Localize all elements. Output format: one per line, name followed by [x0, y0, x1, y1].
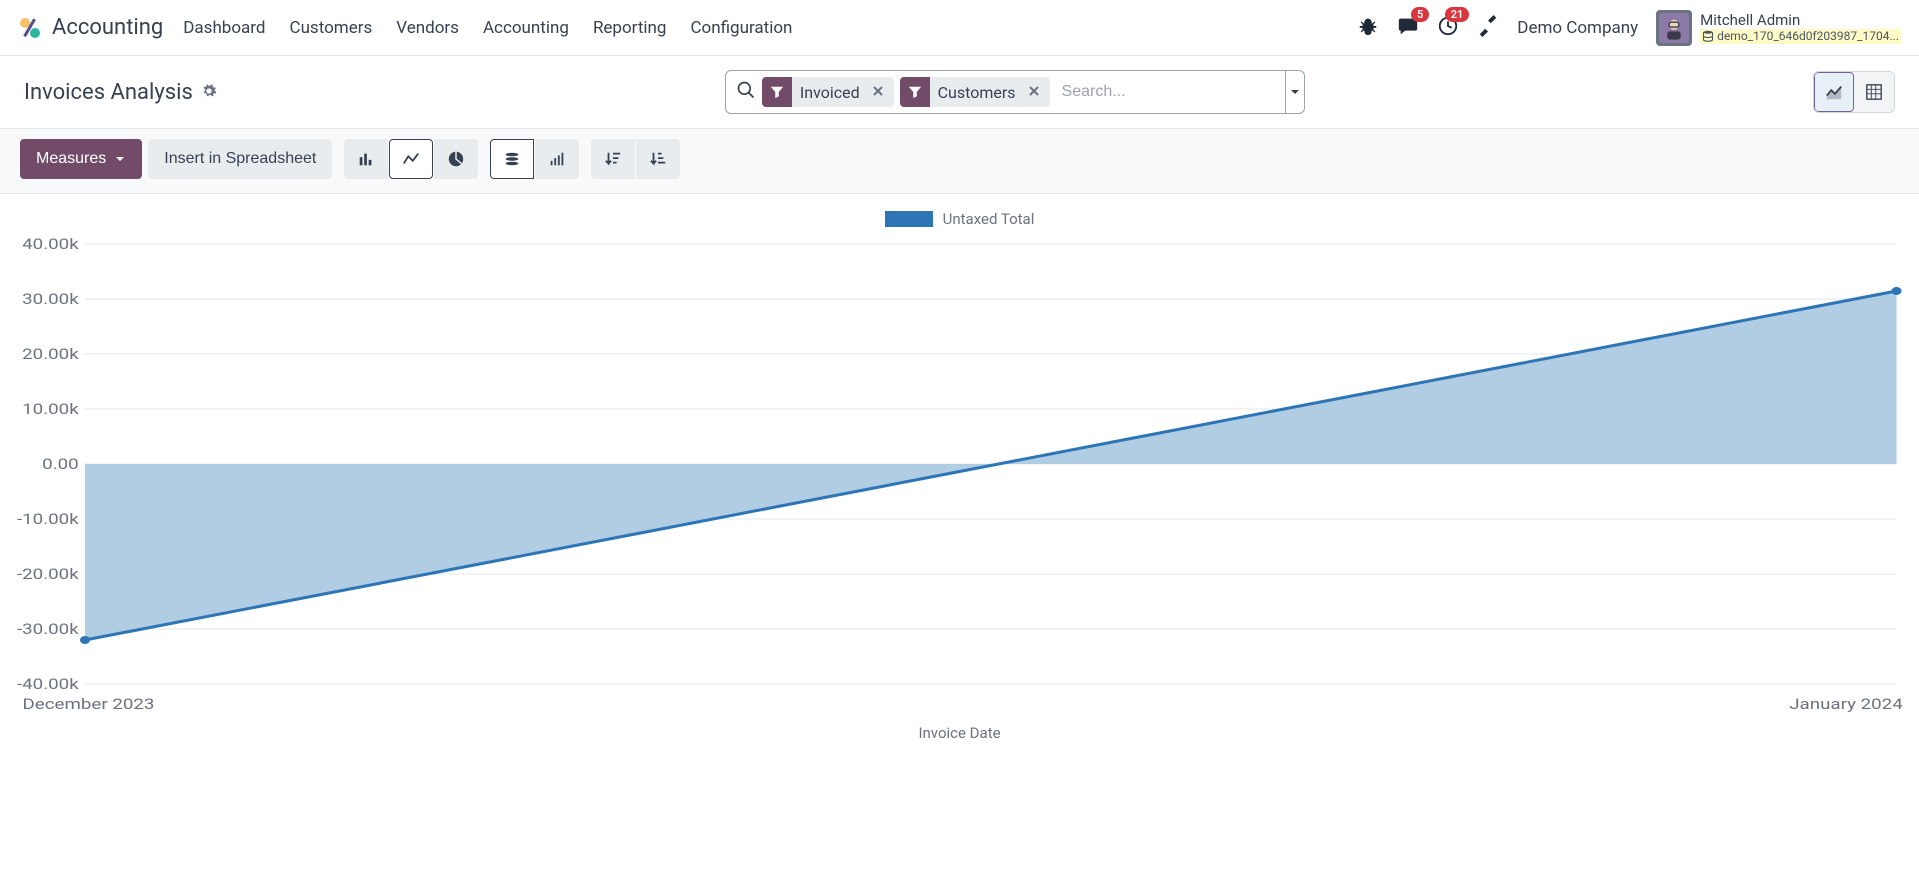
tools-icon[interactable]: [1477, 15, 1499, 41]
user-name: Mitchell Admin: [1700, 11, 1901, 29]
nav-item-customers[interactable]: Customers: [290, 18, 373, 38]
pie-chart-button[interactable]: [434, 139, 478, 179]
search-input[interactable]: [1056, 83, 1275, 101]
sort-asc-button[interactable]: [636, 139, 680, 179]
search-bar: Invoiced Customers: [725, 70, 1305, 114]
tag-close-icon[interactable]: [1024, 83, 1044, 101]
brand[interactable]: Accounting: [18, 15, 163, 40]
database-icon: [1702, 30, 1714, 42]
chart-container: Untaxed Total 40.00k 30.00k: [0, 194, 1919, 772]
sort-desc-button[interactable]: [591, 139, 635, 179]
search-tag-customers: Customers: [900, 77, 1050, 107]
search-options-dropdown[interactable]: [1285, 70, 1304, 114]
tag-close-icon[interactable]: [868, 83, 888, 101]
svg-text:10.00k: 10.00k: [22, 401, 79, 419]
nav-item-vendors[interactable]: Vendors: [396, 18, 459, 38]
svg-text:30.00k: 30.00k: [22, 291, 79, 309]
messaging-icon[interactable]: 5: [1397, 15, 1419, 41]
svg-text:December 2023: December 2023: [22, 696, 154, 714]
svg-text:January 2024: January 2024: [1789, 696, 1903, 714]
nav-item-configuration[interactable]: Configuration: [690, 18, 792, 38]
view-switcher: [1813, 71, 1895, 113]
search-icon[interactable]: [736, 80, 756, 104]
svg-text:-20.00k: -20.00k: [17, 566, 79, 584]
stack-group: [490, 139, 579, 179]
svg-text:-10.00k: -10.00k: [17, 511, 79, 529]
svg-text:40.00k: 40.00k: [22, 236, 79, 254]
chart-type-group: [344, 139, 478, 179]
spreadsheet-label: Insert in Spreadsheet: [164, 150, 316, 168]
nav-item-dashboard[interactable]: Dashboard: [183, 18, 265, 38]
user-menu[interactable]: Mitchell Admin demo_170_646d0f203987_170…: [1656, 10, 1901, 46]
gear-icon[interactable]: [201, 80, 217, 105]
activity-badge: 21: [1445, 7, 1470, 22]
svg-text:-40.00k: -40.00k: [17, 676, 79, 694]
page-title-text: Invoices Analysis: [24, 80, 193, 105]
filter-icon: [900, 77, 930, 107]
avatar-icon: [1656, 10, 1692, 46]
chart-plot[interactable]: 40.00k 30.00k 20.00k 10.00k 0.00 -10.00k…: [10, 234, 1909, 714]
measures-button[interactable]: Measures: [20, 139, 142, 179]
user-db-label: demo_170_646d0f203987_1704...: [1717, 29, 1899, 43]
activity-icon[interactable]: 21: [1437, 15, 1459, 41]
user-database: demo_170_646d0f203987_1704...: [1700, 29, 1901, 43]
page-title: Invoices Analysis: [24, 80, 217, 105]
nav-item-accounting[interactable]: Accounting: [483, 18, 569, 38]
nav-menu: Dashboard Customers Vendors Accounting R…: [183, 18, 792, 38]
view-graph-button[interactable]: [1814, 72, 1854, 112]
cumulative-button[interactable]: [535, 139, 579, 179]
svg-text:-30.00k: -30.00k: [17, 621, 79, 639]
bar-chart-button[interactable]: [344, 139, 388, 179]
nav-right: 5 21 Demo Company Mitchell Admin demo_17…: [1357, 10, 1901, 46]
line-chart-button[interactable]: [389, 139, 433, 179]
nav-item-reporting[interactable]: Reporting: [593, 18, 667, 38]
view-pivot-button[interactable]: [1854, 72, 1894, 112]
navbar: Accounting Dashboard Customers Vendors A…: [0, 0, 1919, 56]
tag-label: Customers: [930, 83, 1024, 102]
svg-text:0.00: 0.00: [42, 456, 79, 474]
insert-spreadsheet-button[interactable]: Insert in Spreadsheet: [148, 139, 332, 179]
legend-label: Untaxed Total: [943, 210, 1035, 228]
brand-title: Accounting: [52, 15, 163, 40]
search-tag-invoiced: Invoiced: [762, 77, 894, 107]
svg-text:20.00k: 20.00k: [22, 346, 79, 364]
graph-toolbar: Measures Insert in Spreadsheet: [0, 128, 1919, 194]
app-logo-icon: [18, 16, 42, 40]
messaging-badge: 5: [1411, 7, 1429, 22]
control-panel: Invoices Analysis Invoiced Customers: [0, 56, 1919, 128]
xaxis-label: Invoice Date: [10, 724, 1909, 742]
company-selector[interactable]: Demo Company: [1517, 18, 1638, 38]
tag-label: Invoiced: [792, 83, 868, 102]
filter-icon: [762, 77, 792, 107]
sort-group: [591, 139, 680, 179]
stacked-button[interactable]: [490, 139, 534, 179]
caret-down-icon: [114, 153, 126, 165]
chart-legend: Untaxed Total: [10, 204, 1909, 234]
bug-icon[interactable]: [1357, 15, 1379, 41]
legend-swatch: [885, 211, 933, 227]
measures-label: Measures: [36, 150, 106, 168]
